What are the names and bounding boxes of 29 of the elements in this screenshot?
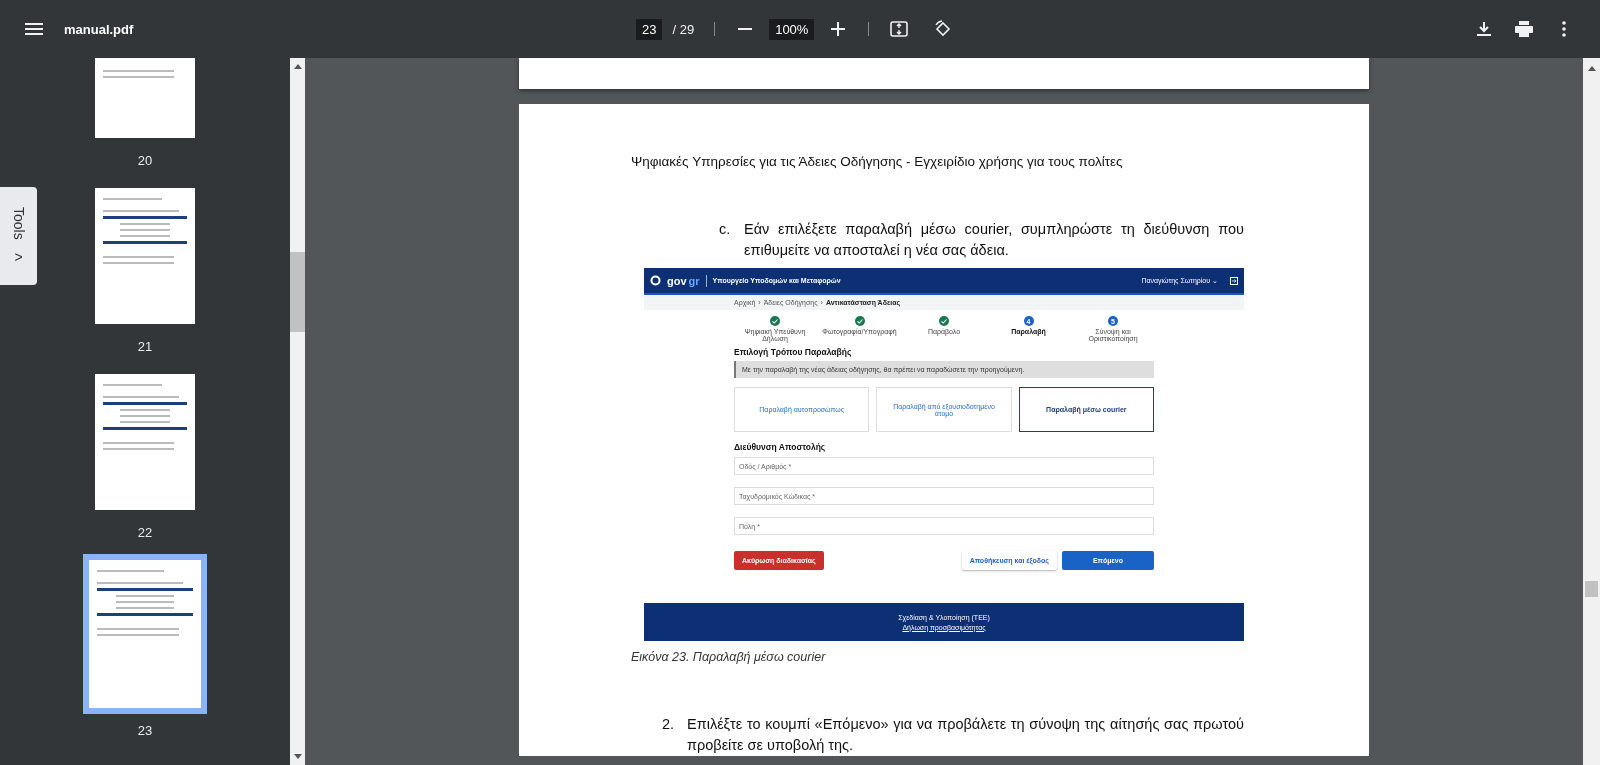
scrollbar-thumb[interactable]	[290, 251, 305, 332]
page-thumbnail[interactable]	[83, 554, 207, 714]
page-number-label: 21	[137, 339, 153, 354]
logout-icon[interactable]	[1230, 276, 1238, 285]
page-header: Ψηφιακές Υπηρεσίες για τις Άδειες Οδήγησης - Εγχειρίδιο χρήσης για τους πολίτες	[631, 154, 1124, 169]
section-title: Επιλογή Τρόπου Παραλαβής	[734, 347, 853, 357]
page-number-label: 22	[137, 525, 153, 540]
file-name: manual.pdf	[64, 21, 134, 37]
page-total: / 29	[672, 21, 695, 37]
download-icon[interactable]	[1474, 19, 1494, 39]
brand-logo: gov gr	[667, 274, 700, 287]
section-title: Διεύθυνση Αποστολής	[734, 442, 827, 452]
page-number-field[interactable]: 23	[636, 18, 663, 40]
fit-page-icon[interactable]	[889, 19, 910, 39]
scroll-down-icon[interactable]	[293, 754, 302, 759]
page-number-label: 20	[137, 153, 153, 168]
instruction-text: Επιλέξτε το κουμπί «Επόμενο» για να προβάλετε τη σύνοψη της αίτησής σας πρωτού προβείτε σε υποβολή της.	[687, 715, 1244, 755]
scroll-up-icon[interactable]	[293, 64, 302, 69]
list-marker: c.	[719, 220, 732, 239]
instruction-text: Εάν επιλέξετε παραλαβή μέσω courier, συμπληρώστε τη διεύθυνση που επιθυμείτε να αποσταλεί η νέα σας άδεια.	[744, 220, 1244, 260]
figure-caption: Εικόνα 23. Παραλαβή μέσω courier	[631, 650, 827, 664]
tools-tab[interactable]: Tools >	[0, 187, 37, 285]
emblem-icon	[650, 275, 661, 286]
scroll-up-icon[interactable]	[1587, 66, 1596, 71]
scrollbar-thumb[interactable]	[1585, 581, 1598, 597]
print-icon[interactable]	[1514, 19, 1534, 39]
list-marker: 2.	[662, 715, 676, 734]
zoom-field[interactable]: 100%	[769, 18, 815, 40]
page-number-label: 23	[137, 723, 153, 738]
